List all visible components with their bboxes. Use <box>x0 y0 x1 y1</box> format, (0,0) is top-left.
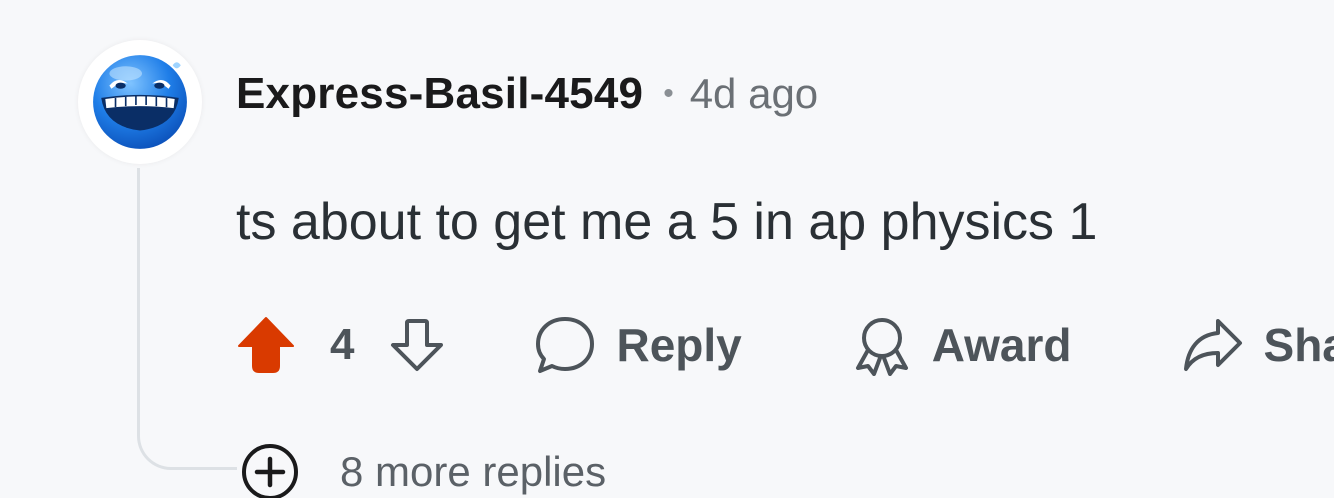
plus-circle-icon <box>242 444 298 498</box>
more-replies-button[interactable]: 8 more replies <box>240 442 606 498</box>
share-button[interactable]: Sha <box>1182 317 1334 373</box>
avatar[interactable] <box>78 40 202 164</box>
downvote-arrow-icon <box>391 319 444 371</box>
reply-button[interactable]: Reply <box>534 314 742 376</box>
upvote-button[interactable] <box>236 314 296 376</box>
timestamp[interactable]: 4d ago <box>690 70 818 118</box>
separator-dot: • <box>663 77 674 110</box>
share-arrow-icon <box>1183 319 1242 371</box>
share-label: Sha <box>1263 319 1334 371</box>
downvote-button[interactable] <box>388 314 446 376</box>
thread-line[interactable] <box>137 168 237 470</box>
laughing-face-avatar-icon <box>93 55 187 149</box>
chat-bubble-icon <box>536 317 595 373</box>
award-label: Award <box>931 319 1072 371</box>
award-ribbon-icon <box>855 318 908 376</box>
comment-header: Express-Basil-4549 • 4d ago <box>236 68 818 120</box>
comment-container: Express-Basil-4549 • 4d ago ts about to … <box>0 0 1334 498</box>
action-bar: 4 Reply Award Sha <box>236 312 1334 378</box>
upvote-arrow-icon <box>238 317 294 373</box>
award-button[interactable]: Award <box>852 314 1072 376</box>
more-replies-label: 8 more replies <box>340 448 607 495</box>
username[interactable]: Express-Basil-4549 <box>236 69 643 119</box>
reply-label: Reply <box>616 319 742 371</box>
comment-body: ts about to get me a 5 in ap physics 1 <box>236 193 1098 251</box>
vote-score: 4 <box>330 320 355 369</box>
